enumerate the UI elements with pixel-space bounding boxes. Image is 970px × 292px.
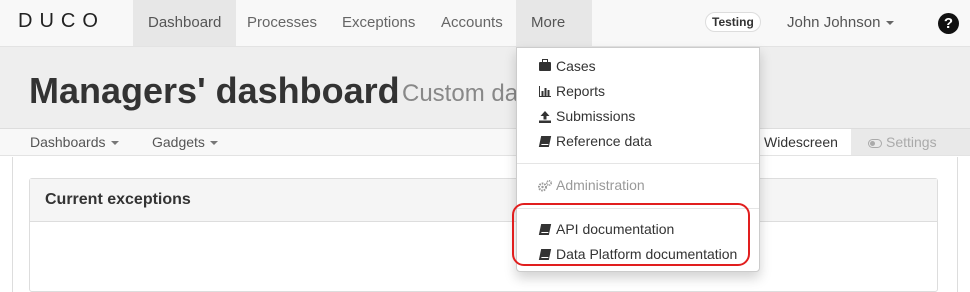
dashboard-toolbar: Dashboards Gadgets Widescreen Settings [0, 129, 970, 156]
environment-badge: Testing [705, 12, 761, 32]
nav-exceptions[interactable]: Exceptions [327, 0, 430, 46]
widescreen-label: Widescreen [764, 134, 838, 150]
nav-processes-label: Processes [247, 14, 318, 31]
page-subtitle: Custom da [402, 80, 517, 107]
chevron-down-icon [886, 21, 895, 26]
menu-item-reference-data-label: Reference data [556, 133, 652, 149]
nav-dashboard-label: Dashboard [148, 14, 222, 31]
duco-logo[interactable]: DUCO [18, 10, 105, 33]
settings-button[interactable]: Settings [851, 129, 970, 155]
user-menu[interactable]: John Johnson [787, 0, 895, 46]
top-navbar: DUCO Dashboard Processes Exceptions Acco… [0, 0, 970, 72]
menu-item-reports-label: Reports [556, 83, 606, 99]
briefcase-icon [538, 55, 552, 80]
menu-item-administration-label: Administration [556, 177, 645, 193]
menu-item-submissions-label: Submissions [556, 108, 636, 124]
menu-item-submissions[interactable]: Submissions [517, 104, 759, 129]
chevron-down-icon [110, 141, 119, 146]
gadgets-label: Gadgets [152, 134, 205, 150]
nav-accounts-label: Accounts [441, 14, 503, 31]
current-exceptions-panel: Current exceptions [29, 178, 938, 292]
help-icon[interactable]: ? [938, 13, 959, 34]
toggle-off-icon [868, 138, 882, 148]
menu-item-cases-label: Cases [556, 58, 596, 74]
page-header: Managers' dashboard Custom da [0, 47, 970, 129]
nav-processes[interactable]: Processes [232, 0, 332, 46]
panel-title: Current exceptions [30, 179, 937, 222]
nav-accounts[interactable]: Accounts [426, 0, 518, 46]
dashboards-label: Dashboards [30, 134, 106, 150]
menu-item-reference-data[interactable]: Reference data [517, 129, 759, 154]
page-title: Managers' dashboard [29, 70, 400, 111]
menu-item-cases[interactable]: Cases [517, 54, 759, 79]
nav-exceptions-label: Exceptions [342, 14, 416, 31]
menu-item-administration[interactable]: Administration [517, 173, 759, 198]
bar-chart-icon [538, 80, 552, 105]
gadgets-dropdown[interactable]: Gadgets [152, 129, 218, 155]
highlight-annotation [512, 203, 750, 266]
chevron-down-icon [209, 141, 218, 146]
menu-divider [517, 163, 759, 164]
dashboards-dropdown[interactable]: Dashboards [30, 129, 119, 155]
nav-more-label: More [531, 14, 566, 31]
upload-icon [538, 105, 552, 130]
settings-label: Settings [886, 134, 937, 150]
nav-dashboard[interactable]: Dashboard [133, 0, 237, 46]
cogs-icon [538, 174, 553, 199]
menu-item-reports[interactable]: Reports [517, 79, 759, 104]
widescreen-button[interactable]: Widescreen [755, 129, 852, 155]
book-icon [538, 130, 552, 155]
user-name: John Johnson [787, 14, 881, 31]
nav-more-dropdown[interactable]: More [516, 0, 592, 72]
